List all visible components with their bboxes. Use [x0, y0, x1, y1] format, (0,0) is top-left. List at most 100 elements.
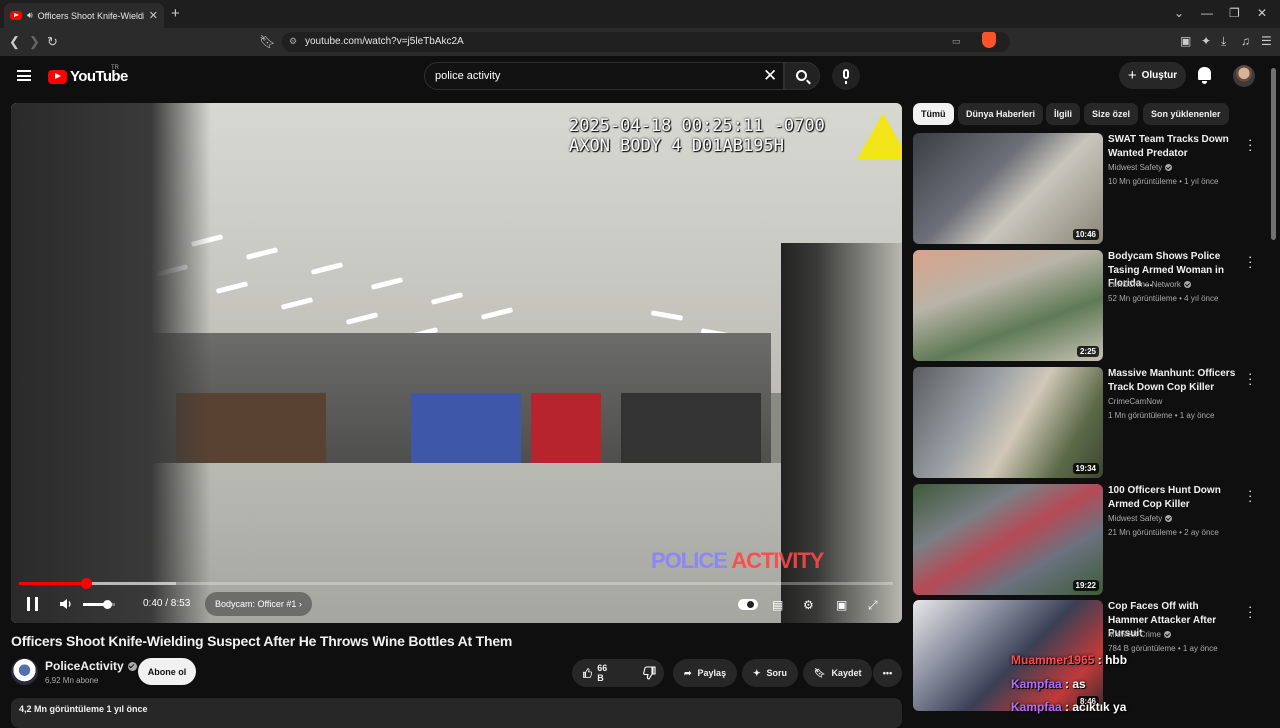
thumbs-down-icon	[643, 666, 656, 680]
volume-handle[interactable]	[103, 600, 112, 609]
time-display: 0:40 / 8:53	[143, 598, 191, 609]
search-input[interactable]: police activity ✕	[424, 62, 784, 90]
new-tab-icon[interactable]: +	[171, 5, 180, 22]
url-bar[interactable]: ⚙︎ youtube.com/watch?v=j5leTbAkc2A ▭	[282, 32, 1010, 52]
recommendation-channel[interactable]: Law&Crime Network	[1108, 280, 1191, 289]
thumbnail[interactable]: 10:46	[913, 133, 1103, 244]
sparkle-icon: ✦	[753, 667, 761, 678]
bodycam-timestamp: 2025-04-18 00:25:11 -0700 AXON BODY 4 D01…	[569, 116, 825, 156]
save-button[interactable]: 🔖︎ Kaydet	[803, 659, 873, 687]
chat-user: Kampfaa	[1011, 677, 1062, 691]
extensions-icon[interactable]: ✦	[1201, 34, 1211, 48]
back-icon[interactable]: ❮	[9, 34, 20, 50]
video-player[interactable]: 2025-04-18 00:25:11 -0700 AXON BODY 4 D01…	[11, 103, 902, 623]
more-vertical-icon[interactable]: · · ·	[1248, 484, 1252, 507]
browser-tab[interactable]: 🔊︎ Officers Shoot Knife-Wielding ✕	[4, 3, 164, 28]
more-vertical-icon[interactable]: · · ·	[1248, 600, 1252, 623]
recommendation-channel[interactable]: CrimeCamNow	[1108, 397, 1162, 406]
chat-message: Muammer1965 : hbb	[1011, 653, 1127, 667]
plus-icon: +	[1127, 67, 1137, 84]
more-vertical-icon[interactable]: · · ·	[1248, 133, 1252, 156]
settings-gear-icon[interactable]: ⚙	[803, 598, 814, 612]
clear-search-icon[interactable]: ✕	[763, 66, 777, 86]
speaker-icon[interactable]: 🔊︎	[27, 10, 33, 21]
cast-icon[interactable]: ▭	[952, 36, 961, 47]
ask-button[interactable]: ✦ Soru	[742, 659, 799, 687]
recommendation-item[interactable]: 19:34 Massive Manhunt: Officers Track Do…	[913, 367, 1268, 478]
search-query: police activity	[435, 70, 501, 82]
recommendation-channel[interactable]: Midwest Safety	[1108, 163, 1173, 172]
share-icon: ➦	[684, 667, 692, 678]
recommendation-channel[interactable]: Midwest Crime	[1108, 630, 1171, 639]
miniplayer-icon[interactable]: ▣	[836, 598, 847, 612]
youtube-header: YouTube TR police activity ✕ + Oluştur	[0, 56, 1280, 96]
restore-icon[interactable]: ❐	[1229, 6, 1240, 20]
watermark-part-1: POLICE	[651, 548, 728, 573]
fullscreen-icon[interactable]: ⤢	[868, 598, 878, 613]
close-tab-icon[interactable]: ✕	[149, 9, 158, 22]
channel-name[interactable]: PoliceActivity	[45, 659, 124, 673]
minimize-icon[interactable]: —	[1201, 6, 1213, 20]
chip-related[interactable]: İlgili	[1046, 103, 1080, 125]
chip-for-you[interactable]: Size özel	[1084, 103, 1139, 125]
youtube-logo[interactable]: YouTube TR	[48, 65, 128, 85]
more-vertical-icon[interactable]: · · ·	[1248, 250, 1252, 273]
media-icon[interactable]: ♫	[1241, 34, 1250, 48]
like-button[interactable]: 66 B	[572, 659, 621, 687]
brave-shields-icon[interactable]	[982, 32, 996, 48]
voice-search-button[interactable]	[832, 62, 860, 90]
chip-recently-uploaded[interactable]: Son yüklenenler	[1143, 103, 1229, 125]
recommendation-item[interactable]: 2:25 Bodycam Shows Police Tasing Armed W…	[913, 250, 1268, 361]
description-box[interactable]: 4,2 Mn görüntüleme 1 yıl önce	[11, 698, 902, 728]
tab-search-icon[interactable]: ⌄	[1174, 6, 1184, 20]
recommendation-title[interactable]: SWAT Team Tracks Down Wanted Predator	[1108, 133, 1238, 160]
page-scrollbar[interactable]	[1271, 68, 1276, 240]
menu-icon[interactable]: ☰	[1261, 34, 1272, 48]
pause-button[interactable]	[27, 597, 38, 611]
verified-badge-icon	[1165, 164, 1173, 171]
volume-slider[interactable]	[83, 600, 115, 609]
thumbnail[interactable]: 19:34	[913, 367, 1103, 478]
recommendation-title[interactable]: 100 Officers Hunt Down Armed Cop Killer	[1108, 484, 1238, 511]
channel-avatar[interactable]	[11, 658, 38, 685]
recommendation-item[interactable]: 10:46 SWAT Team Tracks Down Wanted Preda…	[913, 133, 1268, 244]
chip-all[interactable]: Tümü	[913, 103, 954, 125]
recommendation-item[interactable]: 19:22 100 Officers Hunt Down Armed Cop K…	[913, 484, 1268, 595]
channel-label: Midwest Safety	[1108, 514, 1163, 523]
user-avatar[interactable]	[1233, 65, 1255, 87]
search-icon	[796, 70, 807, 81]
bookmark-icon[interactable]: 🔖︎	[259, 34, 276, 50]
downloads-icon[interactable]: ⤓	[1221, 34, 1226, 49]
volume-icon[interactable]	[59, 597, 73, 611]
recommendation-title[interactable]: Massive Manhunt: Officers Track Down Cop…	[1108, 367, 1238, 394]
site-info-icon[interactable]: ⚙︎	[289, 36, 297, 47]
progress-bar[interactable]	[19, 578, 893, 589]
bookmark-save-icon: 🔖︎	[814, 667, 826, 678]
create-button[interactable]: + Oluştur	[1119, 62, 1186, 89]
notifications-bell-icon[interactable]	[1198, 67, 1211, 84]
wallet-icon[interactable]: ▣	[1180, 34, 1191, 48]
recommendation-channel[interactable]: Midwest Safety	[1108, 514, 1173, 523]
subtitles-icon[interactable]: ▤	[772, 598, 783, 612]
chapter-button[interactable]: Bodycam: Officer #1 ›	[205, 592, 312, 616]
more-horizontal-icon: •••	[882, 668, 893, 678]
views-and-date: 4,2 Mn görüntüleme 1 yıl önce	[19, 704, 148, 714]
dislike-button[interactable]	[633, 659, 667, 687]
channel-name-row[interactable]: PoliceActivity	[45, 659, 137, 673]
timestamp-line-2: AXON BODY 4 D01AB195H	[569, 136, 784, 156]
reload-icon[interactable]: ↻	[47, 34, 58, 50]
share-button[interactable]: ➦ Paylaş	[673, 659, 738, 687]
forward-icon[interactable]: ❯	[29, 34, 40, 50]
subscribe-button[interactable]: Abone ol	[138, 658, 196, 685]
more-vertical-icon[interactable]: · · ·	[1248, 367, 1252, 390]
duration-badge: 19:34	[1072, 463, 1099, 474]
search-button[interactable]	[784, 62, 820, 90]
chip-world-news[interactable]: Dünya Haberleri	[958, 103, 1044, 125]
thumbnail[interactable]: 19:22	[913, 484, 1103, 595]
more-actions-button[interactable]: •••	[873, 659, 902, 687]
close-window-icon[interactable]: ✕	[1257, 6, 1267, 20]
hamburger-menu-icon[interactable]	[17, 70, 31, 81]
chapter-label: Bodycam: Officer #1	[215, 599, 297, 609]
thumbnail[interactable]: 2:25	[913, 250, 1103, 361]
autoplay-toggle[interactable]	[738, 599, 758, 610]
